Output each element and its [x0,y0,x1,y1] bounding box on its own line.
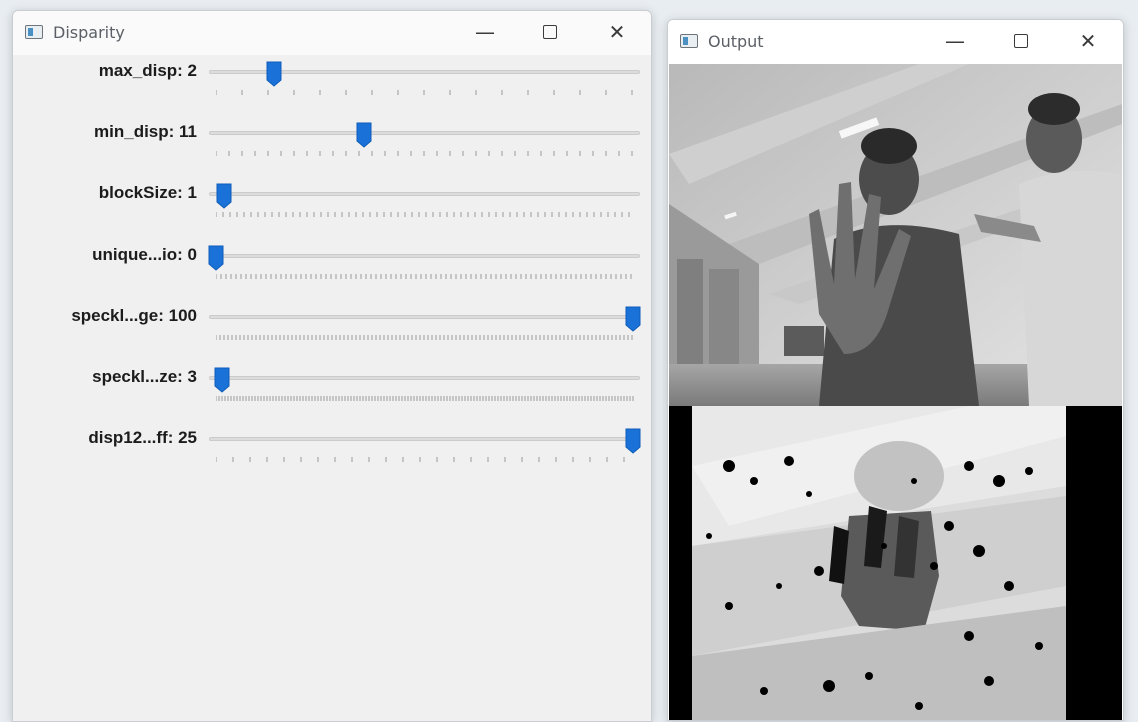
output-window: Output — ✕ [667,19,1124,721]
trackbar-row: max_disp: 2 [13,61,651,121]
trackbar-row: disp12...ff: 25 [13,428,651,488]
output-titlebar[interactable]: Output — ✕ [668,20,1123,64]
trackbar-label: speckl...ge: 100 [71,305,197,325]
disparity-map-image [669,406,1122,720]
trackbar-groove[interactable] [209,376,640,380]
slider-handle-icon[interactable] [356,122,372,148]
close-button[interactable]: ✕ [595,16,639,48]
trackbar-ticks [216,212,630,218]
minimize-button[interactable]: — [933,25,977,57]
trackbar-ticks [216,457,625,463]
disparity-map-svg [669,406,1122,720]
maximize-button[interactable] [999,25,1043,57]
trackbar-ticks [216,151,633,157]
minimize-icon: — [475,20,495,44]
slider-handle-icon[interactable] [216,183,232,210]
trackbar-groove[interactable] [209,253,640,258]
slider-handle-icon[interactable] [625,306,641,332]
trackbar-ticks [216,273,632,279]
trackbar-row: speckl...ge: 100 [13,306,651,366]
maximize-icon [1014,34,1028,48]
trackbar-groove[interactable] [209,314,640,319]
window-app-icon [25,25,43,39]
camera-image-svg [669,64,1122,406]
disparity-window-title: Disparity [53,23,125,42]
trackbar-label: min_disp: 11 [94,122,197,142]
trackbar-groove[interactable] [209,131,640,136]
trackbar-ticks [216,334,633,340]
trackbar-groove[interactable] [209,437,640,442]
slider-handle-icon[interactable] [266,61,282,87]
trackbar-row: unique...io: 0 [13,245,651,305]
trackbar-groove[interactable] [209,192,640,197]
close-button[interactable]: ✕ [1066,25,1110,57]
trackbar-label: speckl...ze: 3 [92,367,197,386]
trackbar-row: min_disp: 11 [13,122,651,182]
close-icon: ✕ [608,20,626,44]
trackbar-label: blockSize: 1 [98,183,197,203]
trackbar-ticks [216,90,633,95]
disparity-window: Disparity — ✕ max_disp: 2 min_disp: 11 blo… [12,10,652,722]
trackbar-ticks [216,396,634,401]
slider-handle-icon[interactable] [214,367,230,393]
trackbar-label: unique...io: 0 [92,244,197,264]
trackbar-label: max_disp: 2 [98,61,197,80]
trackbar-row: blockSize: 1 [13,183,651,243]
slider-handle-icon[interactable] [208,245,224,271]
minimize-icon: — [945,29,965,53]
minimize-button[interactable]: — [463,16,507,48]
disparity-titlebar[interactable]: Disparity — ✕ [13,11,651,55]
maximize-button[interactable] [528,16,572,48]
window-app-icon [680,34,698,48]
maximize-icon [543,25,557,39]
output-window-title: Output [708,32,764,51]
trackbar-label: disp12...ff: 25 [88,428,197,448]
slider-handle-icon[interactable] [625,428,641,454]
camera-image [669,64,1122,406]
close-icon: ✕ [1079,29,1097,53]
trackbar-row: speckl...ze: 3 [13,367,651,427]
